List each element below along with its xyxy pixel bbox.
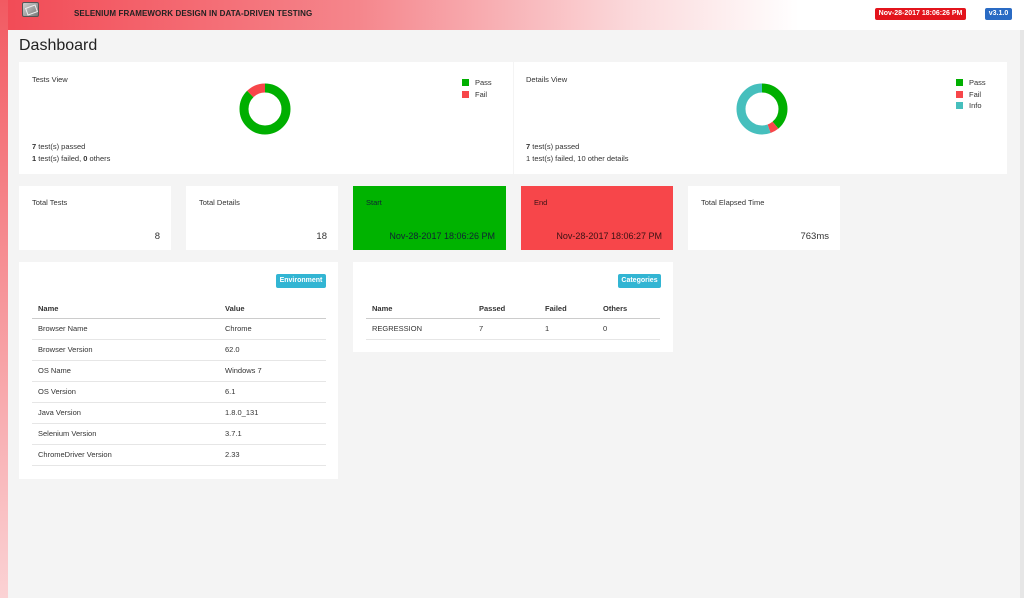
- total-tests-value: 8: [154, 231, 160, 242]
- fail-swatch: [462, 90, 469, 98]
- legend-item-fail[interactable]: Fail: [462, 89, 492, 101]
- version-badge: v3.1.0: [985, 8, 1012, 20]
- environment-button[interactable]: Environment: [276, 274, 326, 288]
- elapsed-time-card: Total Elapsed Time 763ms: [688, 186, 840, 250]
- page-title: Dashboard: [19, 37, 98, 54]
- elapsed-time-label: Total Elapsed Time: [701, 198, 765, 207]
- total-details-label: Total Details: [199, 198, 240, 207]
- pass-swatch: [462, 79, 469, 87]
- table-row: Selenium Version 3.7.1: [32, 423, 326, 445]
- environment-card: Environment Name Value Browser Name Chrom…: [19, 262, 338, 479]
- end-value: Nov-28-2017 18:06:27 PM: [556, 231, 662, 241]
- categories-button[interactable]: Categories: [618, 274, 661, 288]
- end-label: End: [534, 198, 548, 207]
- table-header-row: Name Passed Failed Others: [366, 300, 660, 319]
- fail-swatch: [956, 90, 963, 98]
- column-header-passed[interactable]: Passed: [473, 300, 539, 319]
- start-value: Nov-28-2017 18:06:26 PM: [389, 231, 495, 241]
- table-row: ChromeDriver Version 2.33: [32, 444, 326, 466]
- report-date-badge: Nov-28-2017 18:06:26 PM: [875, 8, 966, 20]
- column-header-value[interactable]: Value: [219, 300, 326, 319]
- total-details-value: 18: [316, 231, 327, 242]
- tests-donut-pass-segment[interactable]: [239, 83, 291, 135]
- tests-view-summary: 7 test(s) passed 1 test(s) failed, 0 oth…: [32, 142, 111, 163]
- table-row[interactable]: REGRESSION 7 1 0: [366, 318, 660, 340]
- tests-view-legend: Pass Fail: [462, 77, 492, 100]
- legend-item-pass[interactable]: Pass: [956, 77, 986, 89]
- tests-view-label: Tests View: [32, 75, 68, 84]
- report-logo-icon[interactable]: [22, 2, 39, 17]
- column-header-failed[interactable]: Failed: [539, 300, 597, 319]
- vertical-scrollbar[interactable]: [1020, 30, 1024, 598]
- info-swatch: [956, 102, 963, 110]
- tests-view-donut-chart[interactable]: [237, 81, 293, 137]
- pass-swatch: [956, 79, 963, 87]
- side-accent-bar: [0, 0, 8, 598]
- details-view-card: Details View Pass Fail Info 7 test(s) pa…: [514, 62, 1007, 174]
- details-view-summary: 7 test(s) passed 1 test(s) failed, 10 ot…: [526, 142, 629, 163]
- table-row: Java Version 1.8.0_131: [32, 402, 326, 424]
- categories-card: Categories Name Passed Failed Others REG…: [353, 262, 673, 352]
- total-tests-card: Total Tests 8: [19, 186, 171, 250]
- legend-item-fail[interactable]: Fail: [956, 89, 986, 101]
- total-tests-label: Total Tests: [32, 198, 68, 207]
- table-row: Browser Version 62.0: [32, 339, 326, 361]
- environment-table: Name Value Browser Name Chrome Browser Ve…: [32, 300, 326, 466]
- legend-item-pass[interactable]: Pass: [462, 77, 492, 89]
- table-header-row: Name Value: [32, 300, 326, 319]
- start-label: Start: [366, 198, 382, 207]
- details-view-legend: Pass Fail Info: [956, 77, 986, 112]
- details-view-label: Details View: [526, 75, 568, 84]
- column-header-name[interactable]: Name: [32, 300, 219, 319]
- details-view-donut-chart[interactable]: [734, 81, 790, 137]
- table-row: OS Version 6.1: [32, 381, 326, 403]
- categories-table: Name Passed Failed Others REGRESSION 7 1…: [366, 300, 660, 340]
- column-header-others[interactable]: Others: [597, 300, 660, 319]
- table-row: OS Name Windows 7: [32, 360, 326, 382]
- legend-item-info[interactable]: Info: [956, 100, 986, 112]
- start-time-card: Start Nov-28-2017 18:06:26 PM: [353, 186, 506, 250]
- total-details-card: Total Details 18: [186, 186, 338, 250]
- tests-view-card: Tests View Pass Fail 7 test(s) passed 1 …: [19, 62, 513, 174]
- app-title: SELENIUM FRAMEWORK DESIGN IN DATA-DRIVEN…: [74, 9, 313, 18]
- table-row: Browser Name Chrome: [32, 318, 326, 340]
- end-time-card: End Nov-28-2017 18:06:27 PM: [521, 186, 673, 250]
- elapsed-time-value: 763ms: [800, 231, 829, 242]
- column-header-name[interactable]: Name: [366, 300, 473, 319]
